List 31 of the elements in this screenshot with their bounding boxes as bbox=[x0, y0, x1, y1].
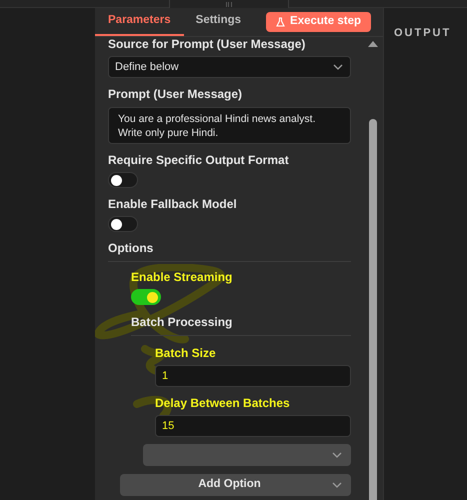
toggle-switch[interactable] bbox=[108, 172, 138, 188]
field-label: Batch Size bbox=[155, 346, 217, 361]
select-field[interactable] bbox=[143, 444, 351, 466]
chevron-down-icon bbox=[331, 451, 343, 459]
field-label: Enable Streaming bbox=[131, 270, 232, 285]
drag-handle-icon[interactable] bbox=[226, 2, 232, 6]
select-value: Define below bbox=[115, 60, 179, 75]
field-label: Require Specific Output Format bbox=[108, 153, 289, 168]
chevron-down-icon bbox=[331, 481, 343, 489]
field-value: 1 bbox=[162, 368, 168, 384]
field-label: Prompt (User Message) bbox=[108, 87, 244, 102]
field-label: Delay Between Batches bbox=[155, 396, 291, 411]
number-field[interactable]: 15 bbox=[155, 415, 351, 437]
scroll-up-icon[interactable] bbox=[368, 41, 378, 47]
select-field[interactable]: Define below bbox=[108, 56, 351, 78]
field-label: Source for Prompt (User Message) bbox=[108, 37, 306, 52]
add-option-button[interactable]: Add Option bbox=[120, 474, 351, 496]
section-title: Options bbox=[108, 241, 154, 256]
field-label: Batch Processing bbox=[131, 315, 234, 330]
tab[interactable]: Parameters bbox=[95, 8, 184, 36]
scrollbar-thumb[interactable] bbox=[369, 119, 377, 500]
field-value: 15 bbox=[162, 418, 174, 434]
flask-icon bbox=[276, 17, 286, 27]
prompt-textarea[interactable]: You are a professional Hindi news analyst. Write only pure Hindi. bbox=[108, 107, 351, 144]
number-field[interactable]: 1 bbox=[155, 365, 351, 387]
toggle-switch[interactable] bbox=[131, 289, 161, 305]
panel-title: OUTPUT bbox=[394, 27, 452, 39]
toggle-switch[interactable] bbox=[108, 216, 138, 232]
field-label: Enable Fallback Model bbox=[108, 197, 237, 212]
chevron-down-icon bbox=[332, 63, 344, 71]
tab[interactable]: Settings bbox=[184, 8, 254, 36]
